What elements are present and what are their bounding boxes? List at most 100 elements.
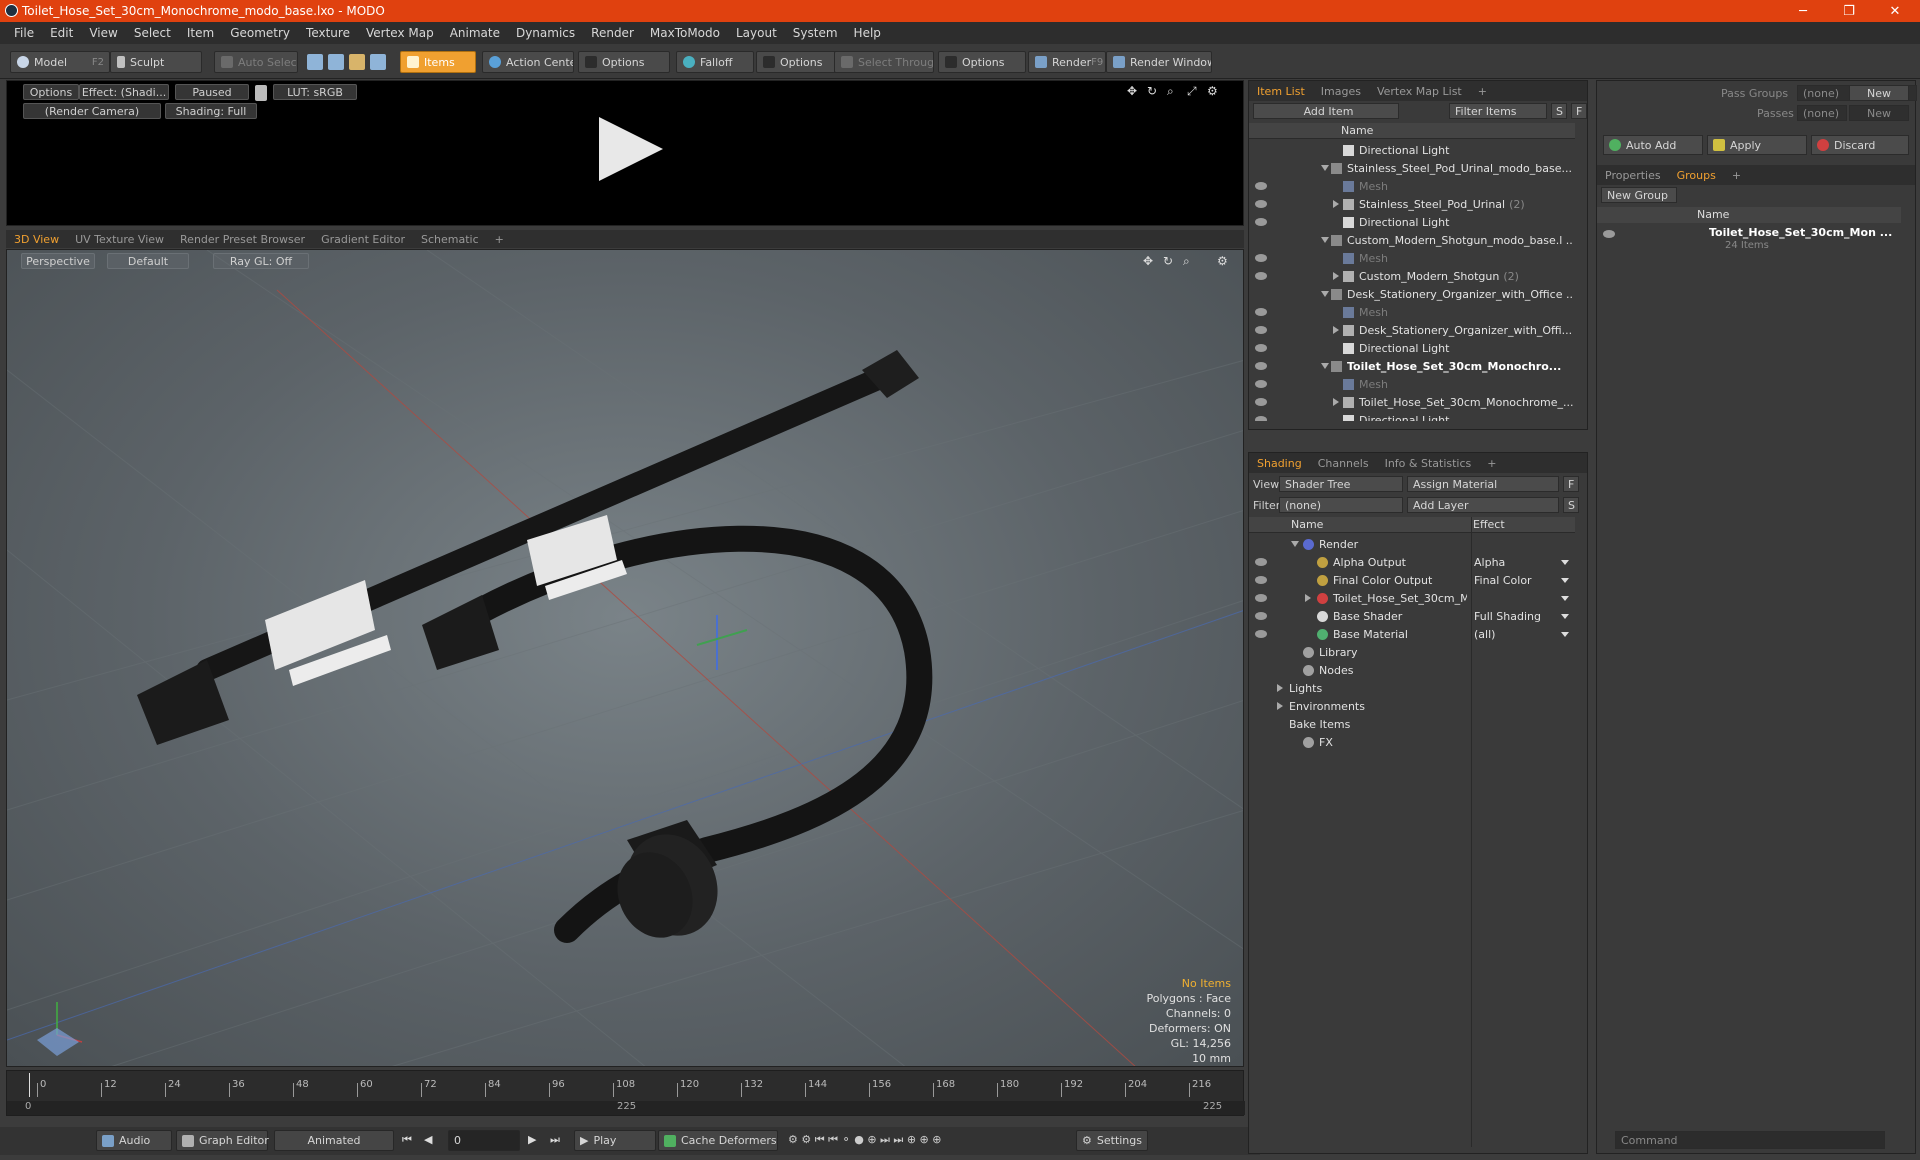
lock-icon[interactable] [255,85,267,101]
frame-input[interactable]: 0 [448,1130,520,1151]
materials-mode-icon[interactable] [370,54,386,70]
render-window-button[interactable]: Render Window [1106,51,1212,73]
f-button[interactable]: F [1563,476,1579,492]
menu-view[interactable]: View [81,26,125,40]
f-button[interactable]: F [1571,103,1587,119]
expand-arrow-icon[interactable] [1333,398,1339,406]
collapse-arrow-icon[interactable] [1291,541,1299,547]
eye-icon[interactable] [1255,558,1267,566]
tab-images[interactable]: Images [1313,85,1369,98]
key-tools-icons[interactable]: ⚙ ⚙ ⏮ ⏮ ⚬ ● ⊕ ⏭ ⏭ ⊕ ⊕ ⊕ [788,1133,941,1147]
s-button[interactable]: S [1551,103,1567,119]
view-dropdown[interactable]: Shader Tree [1279,476,1403,492]
expand-arrow-icon[interactable] [1333,272,1339,280]
timeline[interactable]: 0 12 24 36 48 60 72 84 96 108 120 132 144 156 168 180 19… [6,1070,1245,1116]
shader-effect-value[interactable]: (all) [1474,628,1495,641]
menu-select[interactable]: Select [126,26,179,40]
tab-properties[interactable]: Properties [1597,169,1669,182]
eye-icon[interactable] [1255,272,1267,280]
edges-mode-icon[interactable] [328,54,344,70]
new-group-button[interactable]: New Group [1601,187,1677,203]
new-pass-group-button[interactable]: New [1849,85,1909,101]
eye-icon[interactable] [1255,182,1267,190]
assign-material-button[interactable]: Assign Material [1407,476,1559,492]
shader-tree-row[interactable]: Toilet_Hose_Set_30cm_Mo... [1249,589,1575,607]
shader-tree-row[interactable]: Base Material (all) [1249,625,1575,643]
eye-icon[interactable] [1255,344,1267,352]
command-input[interactable]: Command [1615,1131,1885,1149]
shader-effect-value[interactable]: Full Shading [1474,610,1541,623]
cache-deformers-button[interactable]: Cache Deformers [658,1130,778,1151]
falloff-button[interactable]: Falloff [676,51,754,73]
tab-item-list[interactable]: Item List [1249,85,1313,98]
collapse-arrow-icon[interactable] [1321,165,1329,171]
add-tab-button[interactable]: + [1724,169,1749,182]
settings-button[interactable]: ⚙ Settings [1076,1130,1148,1151]
tab-render-preset-browser[interactable]: Render Preset Browser [172,233,313,246]
item-list-row[interactable]: Mesh [1249,177,1575,195]
gear-icon[interactable]: ⚙ [1207,84,1218,98]
eye-icon[interactable] [1603,230,1615,238]
item-list-row[interactable]: Stainless_Steel_Pod_Urinal_modo_base.... [1249,159,1575,177]
expand-arrow-icon[interactable] [1277,702,1283,710]
menu-render[interactable]: Render [583,26,642,40]
chevron-down-icon[interactable] [1561,632,1569,637]
shader-effect-value[interactable]: Final Color [1474,574,1532,587]
graph-editor-button[interactable]: Graph Editor [176,1130,269,1151]
shader-tree-row[interactable]: Bake Items [1249,715,1575,733]
shader-tree-row[interactable]: Render [1249,535,1575,553]
s-button[interactable]: S [1563,497,1579,513]
expand-arrow-icon[interactable] [1305,594,1311,602]
tab-schematic[interactable]: Schematic [413,233,487,246]
tab-channels[interactable]: Channels [1310,457,1377,470]
chevron-down-icon[interactable] [1561,614,1569,619]
eye-icon[interactable] [1255,362,1267,370]
menu-edit[interactable]: Edit [42,26,81,40]
items-mode-button[interactable]: Items [400,51,476,73]
select-through-options-button[interactable]: Options [938,51,1026,73]
item-list-row[interactable]: Custom_Modern_Shotgun (2) [1249,267,1575,285]
tab-groups[interactable]: Groups [1669,169,1724,182]
shader-tree-row[interactable]: Base Shader Full Shading [1249,607,1575,625]
chevron-down-icon[interactable] [1561,596,1569,601]
render-button[interactable]: Render F9 [1028,51,1106,73]
group-row[interactable]: Toilet_Hose_Set_30cm_Mon ... 24 Items [1597,225,1901,261]
maximize-button[interactable]: ❐ [1826,0,1872,22]
eye-icon[interactable] [1255,630,1267,638]
tab-gradient-editor[interactable]: Gradient Editor [313,233,413,246]
first-key-icon[interactable]: ⏮ [402,1133,412,1147]
collapse-arrow-icon[interactable] [1321,291,1329,297]
preview-options-button[interactable]: Options [23,84,79,100]
render-camera-dropdown[interactable]: (Render Camera) [23,103,161,119]
add-tab-button[interactable]: + [487,233,512,246]
shader-effect-value[interactable]: Alpha [1474,556,1505,569]
menu-item[interactable]: Item [179,26,222,40]
shader-tree-row[interactable]: Alpha Output Alpha [1249,553,1575,571]
eye-icon[interactable] [1255,254,1267,262]
menu-texture[interactable]: Texture [298,26,358,40]
3d-viewport[interactable]: Perspective Default Ray GL: Off ✥ ↻ ⌕ ⚙ [6,249,1244,1067]
chevron-down-icon[interactable] [1561,578,1569,583]
item-list-row[interactable]: Mesh [1249,303,1575,321]
menu-geometry[interactable]: Geometry [222,26,298,40]
item-list-row[interactable]: Toilet_Hose_Set_30cm_Monochrome_... [1249,393,1575,411]
sculpt-mode-button[interactable]: Sculpt [110,51,202,73]
eye-icon[interactable] [1255,380,1267,388]
auto-add-button[interactable]: Auto Add [1603,135,1703,155]
item-list-row[interactable]: Stainless_Steel_Pod_Urinal (2) [1249,195,1575,213]
shader-tree-row[interactable]: Nodes [1249,661,1575,679]
new-pass-button[interactable]: New [1849,105,1909,121]
falloff-options-button[interactable]: Options [756,51,836,73]
eye-icon[interactable] [1255,326,1267,334]
shader-tree-row[interactable]: Final Color Output Final Color [1249,571,1575,589]
rotate-view-icon[interactable]: ↻ [1147,84,1157,98]
eye-icon[interactable] [1255,218,1267,226]
lut-dropdown[interactable]: LUT: sRGB [273,84,357,100]
preview-paused-toggle[interactable]: Paused [175,84,249,100]
next-key-icon[interactable]: ▶ [528,1133,536,1146]
shader-tree-row[interactable]: FX [1249,733,1575,751]
eye-icon[interactable] [1255,594,1267,602]
add-layer-dropdown[interactable]: Add Layer [1407,497,1559,513]
polygons-mode-icon[interactable] [349,54,365,70]
minimize-button[interactable]: ─ [1780,0,1826,22]
